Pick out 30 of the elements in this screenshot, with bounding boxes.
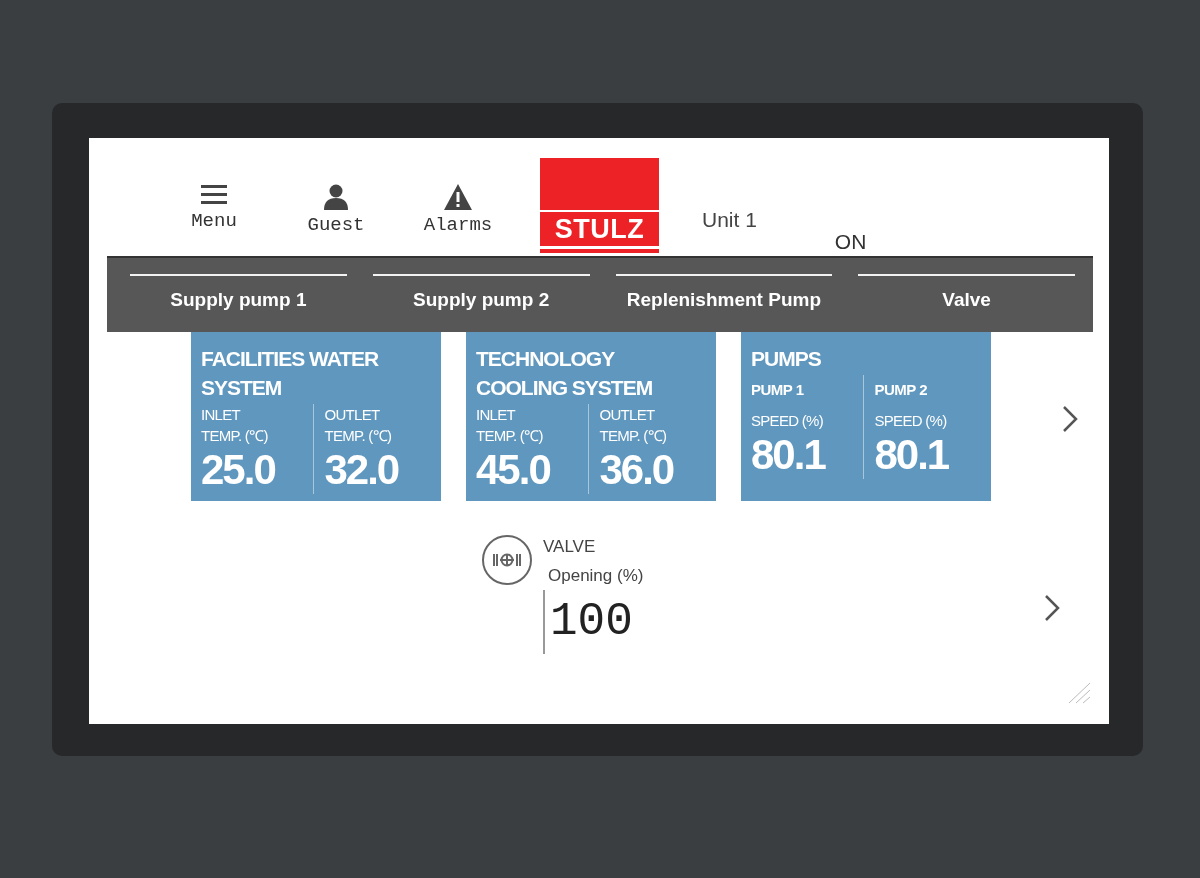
reading-label: OUTLET TEMP. (℃) (324, 405, 393, 446)
reading-value: 36.0 (599, 446, 675, 494)
valve-title: VALVE (543, 537, 597, 557)
user-button[interactable]: Guest (286, 184, 386, 236)
tab[interactable]: Replenishment Pump (615, 274, 833, 314)
alarms-button[interactable]: Alarms (408, 184, 508, 236)
reading-label: SPEED (%) (751, 411, 825, 431)
pump-name: PUMP 2 (874, 381, 929, 398)
tab[interactable]: Valve (858, 274, 1075, 314)
reading-label: OUTLET TEMP. (℃) (599, 405, 668, 446)
unit-status: ON (834, 230, 867, 254)
tab[interactable]: Supply pump 2 (372, 274, 590, 314)
tab[interactable]: Supply pump 1 (130, 274, 347, 314)
reading-value: 45.0 (476, 446, 551, 494)
opening-label: Opening (%) (548, 566, 645, 586)
card-title: TECHNOLOGY COOLING SYSTEM (476, 346, 654, 401)
reading-label: INLET TEMP. (℃) (201, 405, 269, 446)
card-title: FACILITIES WATER SYSTEM (201, 346, 380, 401)
reading-label: SPEED (%) (874, 411, 948, 431)
reading-value: 80.1 (751, 431, 827, 479)
menu-button[interactable]: Menu (164, 184, 264, 232)
pump-name: PUMP 1 (751, 381, 805, 398)
card-title: PUMPS (751, 346, 822, 372)
reading-value: 25.0 (201, 446, 276, 494)
unit-name: Unit 1 (702, 208, 757, 232)
reading-value: 32.0 (324, 446, 400, 494)
reading-value: 80.1 (874, 431, 950, 479)
opening-value: 100 (543, 590, 673, 654)
logo: STULZ (540, 158, 659, 253)
reading-label: INLET TEMP. (℃) (476, 405, 544, 446)
